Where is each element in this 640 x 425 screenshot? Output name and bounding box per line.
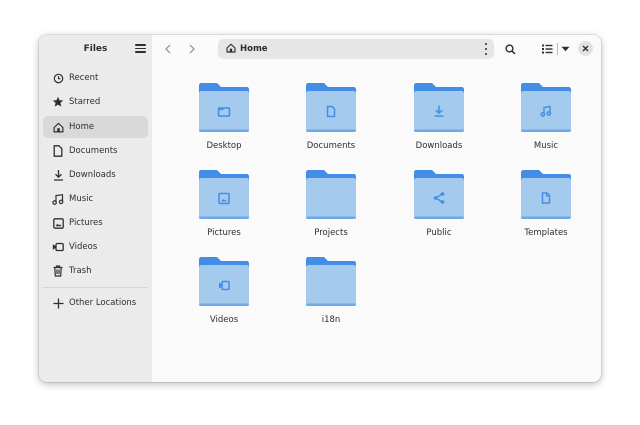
sidebar-item-label: Music — [69, 194, 94, 204]
sidebar-item-label: Pictures — [69, 218, 103, 228]
main-menu-button[interactable] — [135, 43, 146, 54]
folder-name: Documents — [306, 141, 356, 151]
folder-icon — [306, 83, 356, 132]
folder-name: Desktop — [206, 141, 242, 151]
header-bar: Home — [152, 35, 601, 63]
document-icon — [51, 145, 65, 157]
sidebar-item-label: Documents — [69, 146, 118, 156]
sidebar-item-label: Downloads — [69, 170, 116, 180]
folder-icon — [521, 170, 571, 219]
folder-icon — [199, 170, 249, 219]
files-window: Files Recent Starred Home Documents Down… — [39, 35, 601, 382]
search-button[interactable] — [502, 41, 518, 57]
folder-item[interactable]: Documents — [291, 82, 371, 162]
sidebar-item-pictures[interactable]: Pictures — [43, 212, 148, 234]
sidebar-item-documents[interactable]: Documents — [43, 140, 148, 162]
folder-name: Downloads — [415, 141, 463, 151]
clock-icon — [51, 72, 65, 84]
chevron-left-icon — [165, 44, 171, 54]
sidebar-item-label: Home — [69, 122, 95, 132]
picture-icon — [51, 217, 65, 229]
view-options-button[interactable] — [558, 41, 572, 57]
sidebar-item-home[interactable]: Home — [43, 116, 148, 138]
folder-name: Pictures — [207, 228, 241, 238]
sidebar-item-label: Starred — [69, 97, 101, 107]
trash-icon — [51, 265, 65, 277]
sidebar: Files Recent Starred Home Documents Down… — [39, 35, 152, 382]
folder-name: i18n — [321, 315, 341, 325]
sidebar-separator — [43, 287, 148, 288]
folder-item[interactable]: Templates — [506, 169, 586, 249]
folder-name: Templates — [524, 228, 568, 238]
folder-name: Projects — [314, 228, 348, 238]
sidebar-item-trash[interactable]: Trash — [43, 260, 148, 282]
folder-icon — [199, 257, 249, 306]
folder-item[interactable]: Videos — [184, 256, 264, 336]
chevron-right-icon — [189, 44, 195, 54]
sidebar-item-label: Other Locations — [69, 298, 137, 308]
sidebar-item-starred[interactable]: Starred — [43, 91, 148, 113]
close-button[interactable] — [578, 41, 593, 56]
music-icon — [51, 193, 65, 205]
folder-item[interactable]: Projects — [291, 169, 371, 249]
forward-button[interactable] — [184, 41, 200, 57]
path-bar-location: Home — [240, 44, 268, 54]
folder-item[interactable]: Pictures — [184, 169, 264, 249]
sidebar-item-recent[interactable]: Recent — [43, 67, 148, 89]
plus-icon — [51, 297, 65, 309]
folder-item[interactable]: Desktop — [184, 82, 264, 162]
folder-icon — [414, 83, 464, 132]
star-icon — [51, 96, 65, 108]
folder-name: Videos — [209, 315, 239, 325]
path-bar[interactable]: Home — [218, 39, 494, 59]
home-icon — [51, 121, 65, 133]
sidebar-item-label: Videos — [69, 242, 98, 252]
folder-item[interactable]: i18n — [291, 256, 371, 336]
back-button[interactable] — [160, 41, 176, 57]
close-icon — [582, 45, 589, 52]
folder-item[interactable]: Music — [506, 82, 586, 162]
main-view: Home Desktop Documents Downloads Music Pictu… — [152, 35, 601, 382]
view-toggle-button[interactable] — [539, 41, 555, 57]
sidebar-header: Files — [39, 35, 152, 63]
folder-icon — [521, 83, 571, 132]
folder-item[interactable]: Downloads — [399, 82, 479, 162]
sidebar-item-videos[interactable]: Videos — [43, 236, 148, 258]
folder-icon — [306, 257, 356, 306]
folder-icon — [199, 83, 249, 132]
sidebar-item-label: Trash — [69, 266, 92, 276]
sidebar-item-downloads[interactable]: Downloads — [43, 164, 148, 186]
folder-icon — [414, 170, 464, 219]
sidebar-item-label: Recent — [69, 73, 99, 83]
folder-item[interactable]: Public — [399, 169, 479, 249]
video-icon — [51, 241, 65, 253]
list-view-icon — [541, 44, 552, 54]
download-icon — [51, 169, 65, 181]
folder-name: Music — [533, 141, 559, 151]
sidebar-item-other-locations[interactable]: Other Locations — [43, 292, 148, 314]
folder-icon — [306, 170, 356, 219]
folder-name: Public — [426, 228, 452, 238]
search-icon — [504, 43, 516, 55]
home-icon — [226, 43, 236, 56]
triangle-down-icon — [561, 46, 569, 52]
sidebar-item-music[interactable]: Music — [43, 188, 148, 210]
location-menu-button[interactable] — [484, 43, 488, 55]
